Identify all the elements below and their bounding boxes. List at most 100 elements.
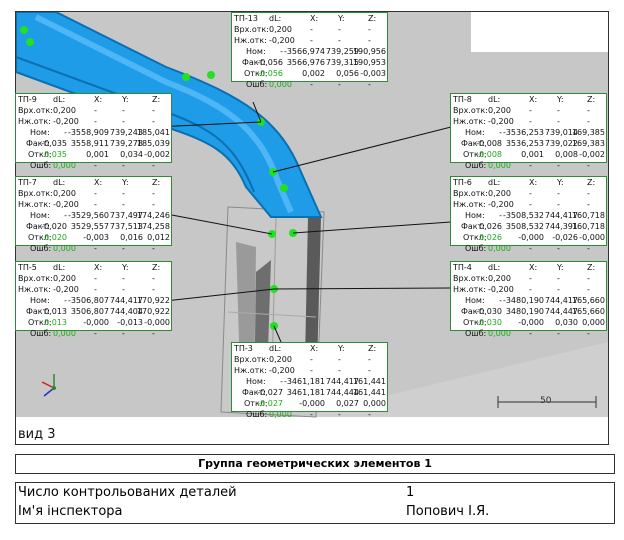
row-label: Нж.отк:: [18, 200, 51, 209]
actual-dl: -0,020: [41, 222, 67, 231]
col-z: Z:: [152, 263, 161, 272]
deviation-z: -0,002: [144, 150, 170, 159]
row-label: Ошб:: [246, 80, 268, 89]
dash: -: [152, 285, 155, 294]
col-x: X:: [310, 14, 319, 23]
dash: -: [529, 200, 532, 209]
dash: -: [368, 366, 371, 375]
deviation-dl: 0,013: [44, 318, 67, 327]
error-value: 0,000: [488, 244, 511, 253]
error-value: 0,000: [53, 244, 76, 253]
deviation-x: -0,000: [518, 233, 544, 242]
measurement-callout-tp9[interactable]: ТП-9 dL: X: Y: Z: Врх.отк: 0,200 - - - Нж.отк: -0,2…: [15, 93, 172, 170]
deviation-y: -0,026: [552, 233, 578, 242]
nominal-z: 170,922: [136, 296, 170, 305]
deviation-dl: -0,027: [257, 399, 283, 408]
dash: -: [557, 189, 560, 198]
dash: -: [557, 244, 560, 253]
col-y: Y:: [122, 178, 129, 187]
col-y: Y:: [338, 344, 345, 353]
col-z: Z:: [152, 178, 161, 187]
callout-title: ТП-4: [453, 263, 472, 272]
dash: -: [557, 285, 560, 294]
dash: -: [94, 117, 97, 126]
dash: -: [152, 200, 155, 209]
dash: -: [310, 80, 313, 89]
dash: -: [94, 244, 97, 253]
dash: -: [122, 189, 125, 198]
col-x: X:: [529, 178, 538, 187]
deviation-dl: 0,026: [479, 233, 502, 242]
actual-z: 160,718: [571, 222, 605, 231]
col-y: Y:: [122, 263, 129, 272]
group-title: Группа геометрических элементов 1: [15, 454, 615, 474]
actual-dl: -0,056: [257, 58, 283, 67]
col-x: X:: [94, 178, 103, 187]
upper-tol: 0,200: [488, 274, 511, 283]
measurement-callout-tp4[interactable]: ТП-4 dL: X: Y: Z: Врх.отк: 0,200 - - - Нж.отк: -0,2…: [450, 261, 607, 338]
dash: -: [529, 106, 532, 115]
nominal-z: 165,660: [571, 296, 605, 305]
actual-z: 161,441: [352, 388, 386, 397]
actual-dl: -0,030: [476, 307, 502, 316]
col-dl: dL:: [269, 14, 282, 23]
measurement-callout-tp13[interactable]: ТП-13 dL: X: Y: Z: Врх.отк: 0,200- - - Нж.отк: -0,…: [231, 12, 388, 89]
dash: -: [338, 25, 341, 34]
dash: -: [587, 117, 590, 126]
deviation-y: 0,034: [120, 150, 143, 159]
actual-z: 169,383: [571, 139, 605, 148]
deviation-x: -0,000: [518, 318, 544, 327]
dash: -: [122, 244, 125, 253]
dash: -: [587, 274, 590, 283]
deviation-y: 0,016: [120, 233, 143, 242]
deviation-x: 0,001: [521, 150, 544, 159]
error-value: 0,000: [488, 329, 511, 338]
deviation-z: -0,002: [579, 150, 605, 159]
upper-tol: 0,200: [53, 106, 76, 115]
dash: -: [557, 106, 560, 115]
deviation-dl: -0,008: [476, 150, 502, 159]
measurement-callout-tp6[interactable]: ТП-6 dL: X: Y: Z: Врх.отк: 0,200 - - - Нж.отк: -0,2…: [450, 176, 607, 253]
dash: -: [310, 410, 313, 419]
dash: -: [122, 117, 125, 126]
error-value: 0,000: [488, 161, 511, 170]
actual-z: 185,039: [136, 139, 170, 148]
dash: -: [310, 355, 313, 364]
dash: -: [338, 36, 341, 45]
dash: -: [94, 329, 97, 338]
col-x: X:: [310, 344, 319, 353]
deviation-dl: -0,056: [257, 69, 283, 78]
lower-tol: -0,200: [488, 200, 514, 209]
deviation-dl: 0,035: [44, 150, 67, 159]
lower-tol: -0,200: [269, 366, 295, 375]
nominal-x: -3480,190: [502, 296, 544, 305]
dash: -: [64, 128, 67, 137]
dash: -: [94, 106, 97, 115]
callout-title: ТП-8: [453, 95, 472, 104]
row-label: Нж.отк:: [18, 117, 51, 126]
row-label: Врх.отк:: [453, 106, 488, 115]
measurement-callout-tp7[interactable]: ТП-7 dL: X: Y: Z: Врх.отк: 0,200 - - - Нж.отк: -0,2…: [15, 176, 172, 253]
measurement-callout-tp3[interactable]: ТП-3 dL: X: Y: Z: Врх.отк: 0,200 - - - Нж.отк: -0,2…: [231, 342, 388, 419]
measurement-callout-tp8[interactable]: ТП-8 dL: X: Y: Z: Врх.отк: 0,200 - - - Нж.отк: -0,2…: [450, 93, 607, 170]
dash: -: [499, 296, 502, 305]
deviation-y: 0,056: [336, 69, 359, 78]
col-dl: dL:: [53, 263, 66, 272]
dash: -: [499, 128, 502, 137]
dash: -: [64, 211, 67, 220]
measurement-callout-tp5[interactable]: ТП-5 dL: X: Y: Z: Врх.отк: 0,200 - - - Нж.отк: -0,2…: [15, 261, 172, 338]
row-label: Ном:: [465, 128, 485, 137]
lower-tol: -0,200: [269, 36, 295, 45]
deviation-x: 0,002: [302, 69, 325, 78]
dash: -: [338, 366, 341, 375]
row-label: Ном:: [465, 211, 485, 220]
col-dl: dL:: [488, 95, 501, 104]
info-row-inspector: Ім'я інспектора Попович І.Я.: [16, 502, 614, 521]
nominal-z: 174,246: [136, 211, 170, 220]
info-value: 1: [406, 485, 415, 500]
col-x: X:: [94, 95, 103, 104]
col-z: Z:: [368, 344, 377, 353]
actual-x: 3536,253: [505, 139, 544, 148]
upper-tol: 0,200: [53, 189, 76, 198]
col-dl: dL:: [53, 178, 66, 187]
